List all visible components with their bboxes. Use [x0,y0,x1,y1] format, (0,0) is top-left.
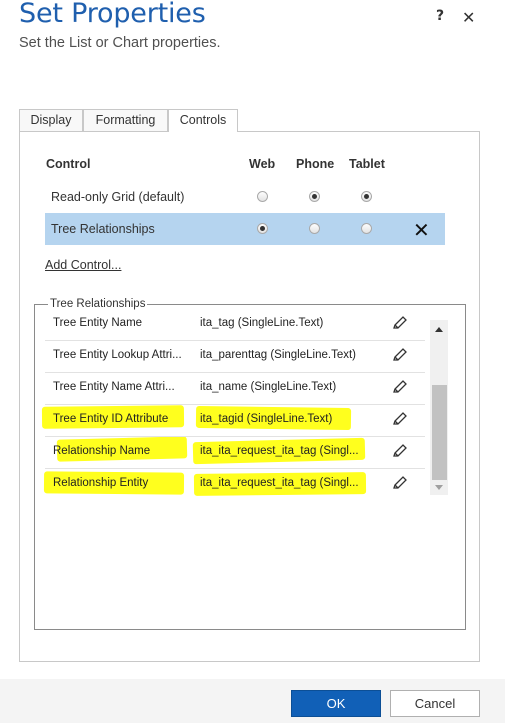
column-header-control: Control [46,157,91,171]
close-button[interactable]: ✕ [462,8,475,27]
scroll-down-icon[interactable] [435,485,443,490]
property-name: Relationship Name [53,445,151,457]
property-value: ita_ita_request_ita_tag (Singl... [200,477,359,489]
pencil-icon[interactable] [391,346,409,367]
property-row-tree-entity-name[interactable]: Tree Entity Name ita_tag (SingleLine.Tex… [45,309,425,341]
tab-controls[interactable]: Controls [168,109,238,132]
control-row-tree-relationships[interactable]: Tree Relationships ✕ [45,213,445,245]
scroll-up-icon[interactable] [435,327,443,332]
property-name: Relationship Entity [53,477,149,489]
dialog-title: Set Properties [19,0,206,29]
cancel-button[interactable]: Cancel [390,690,480,717]
property-row-tree-entity-name-attribute[interactable]: Tree Entity Name Attri... ita_name (Sing… [45,373,425,405]
property-row-tree-entity-id[interactable]: Tree Entity ID Attribute ita_tagid (Sing… [45,405,425,437]
help-button[interactable]: ? [436,8,444,24]
add-control-link[interactable]: Add Control... [45,258,121,272]
column-header-tablet: Tablet [349,157,385,171]
pencil-icon[interactable] [391,442,409,463]
phone-radio[interactable] [309,191,320,202]
property-name: Tree Entity Lookup Attri... [53,349,182,361]
tablet-radio[interactable] [361,223,372,234]
scrollbar-thumb[interactable] [432,385,447,480]
property-row-relationship-entity[interactable]: Relationship Entity ita_ita_request_ita_… [45,469,425,501]
phone-radio[interactable] [309,223,320,234]
property-value: ita_tag (SingleLine.Text) [200,317,324,329]
web-radio[interactable] [257,191,268,202]
property-name: Tree Entity Name [53,317,143,329]
web-radio[interactable] [257,223,268,234]
control-row-readonly-grid[interactable]: Read-only Grid (default) [45,181,445,213]
property-row-relationship-name[interactable]: Relationship Name ita_ita_request_ita_ta… [45,437,425,469]
property-value: ita_ita_request_ita_tag (Singl... [200,445,359,457]
property-value: ita_name (SingleLine.Text) [200,381,337,393]
control-name: Read-only Grid (default) [51,190,185,204]
property-name: Tree Entity ID Attribute [53,413,169,425]
pencil-icon[interactable] [391,474,409,495]
property-name: Tree Entity Name Attri... [53,381,175,393]
property-row-tree-entity-lookup[interactable]: Tree Entity Lookup Attri... ita_parentta… [45,341,425,373]
remove-control-icon[interactable]: ✕ [413,218,430,242]
property-value: ita_tagid (SingleLine.Text) [200,413,333,425]
pencil-icon[interactable] [391,410,409,431]
pencil-icon[interactable] [391,378,409,399]
tablet-radio[interactable] [361,191,372,202]
tab-display[interactable]: Display [19,109,83,131]
dialog-subtitle: Set the List or Chart properties. [19,35,221,51]
tab-formatting[interactable]: Formatting [83,109,168,131]
pencil-icon[interactable] [391,314,409,335]
control-name: Tree Relationships [51,222,155,236]
column-header-web: Web [249,157,276,171]
property-value: ita_parenttag (SingleLine.Text) [200,349,356,361]
ok-button[interactable]: OK [291,690,381,717]
column-header-phone: Phone [296,157,335,171]
